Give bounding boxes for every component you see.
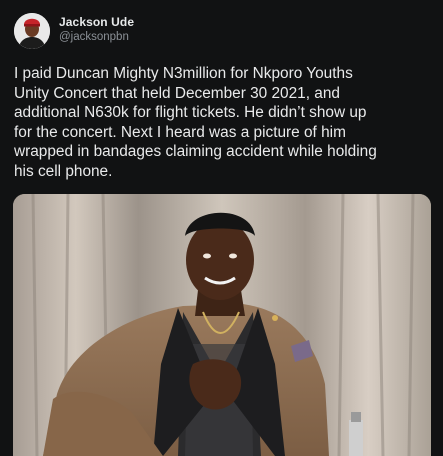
author-name[interactable]: Jackson Ude [59,15,134,29]
avatar[interactable] [14,13,50,49]
tweet-card: Jackson Ude @jacksonpbn I paid Duncan Mi… [0,0,443,456]
avatar-icon [14,13,50,49]
tweet-photo[interactable] [13,194,431,456]
tweet-text: I paid Duncan Mighty N3million for Nkpor… [14,65,377,180]
author-handle[interactable]: @jacksonpbn [59,31,129,43]
